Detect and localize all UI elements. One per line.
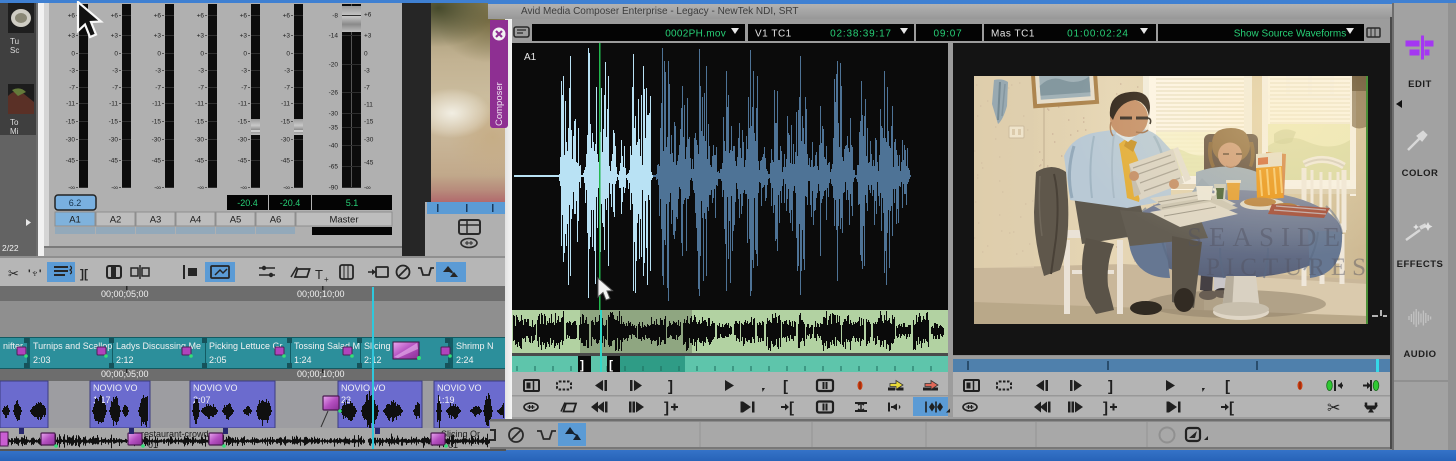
- svg-text:Composer: Composer: [494, 82, 505, 126]
- svg-text:[: [: [609, 358, 613, 372]
- svg-text:A1: A1: [524, 52, 537, 63]
- svg-text:]: ]: [1108, 378, 1113, 395]
- svg-text:[: [: [789, 400, 794, 417]
- svg-text:]: ]: [668, 378, 673, 395]
- svg-text:[: [: [1225, 378, 1230, 395]
- svg-text:SEASIDE: SEASIDE: [1187, 222, 1347, 252]
- svg-text:]: ]: [1103, 400, 1108, 417]
- svg-text:✂: ✂: [1327, 400, 1340, 417]
- svg-text:]: ]: [580, 358, 584, 372]
- svg-text:COLOR: COLOR: [1402, 168, 1439, 179]
- svg-text:AUDIO: AUDIO: [1403, 349, 1436, 360]
- svg-text:EDIT: EDIT: [1408, 79, 1432, 90]
- svg-text:PICTURES: PICTURES: [1206, 254, 1368, 281]
- svg-text:EFFECTS: EFFECTS: [1397, 259, 1444, 270]
- svg-text:[: [: [1229, 400, 1234, 417]
- svg-text:]: ]: [664, 400, 669, 417]
- svg-text:[: [: [783, 378, 788, 395]
